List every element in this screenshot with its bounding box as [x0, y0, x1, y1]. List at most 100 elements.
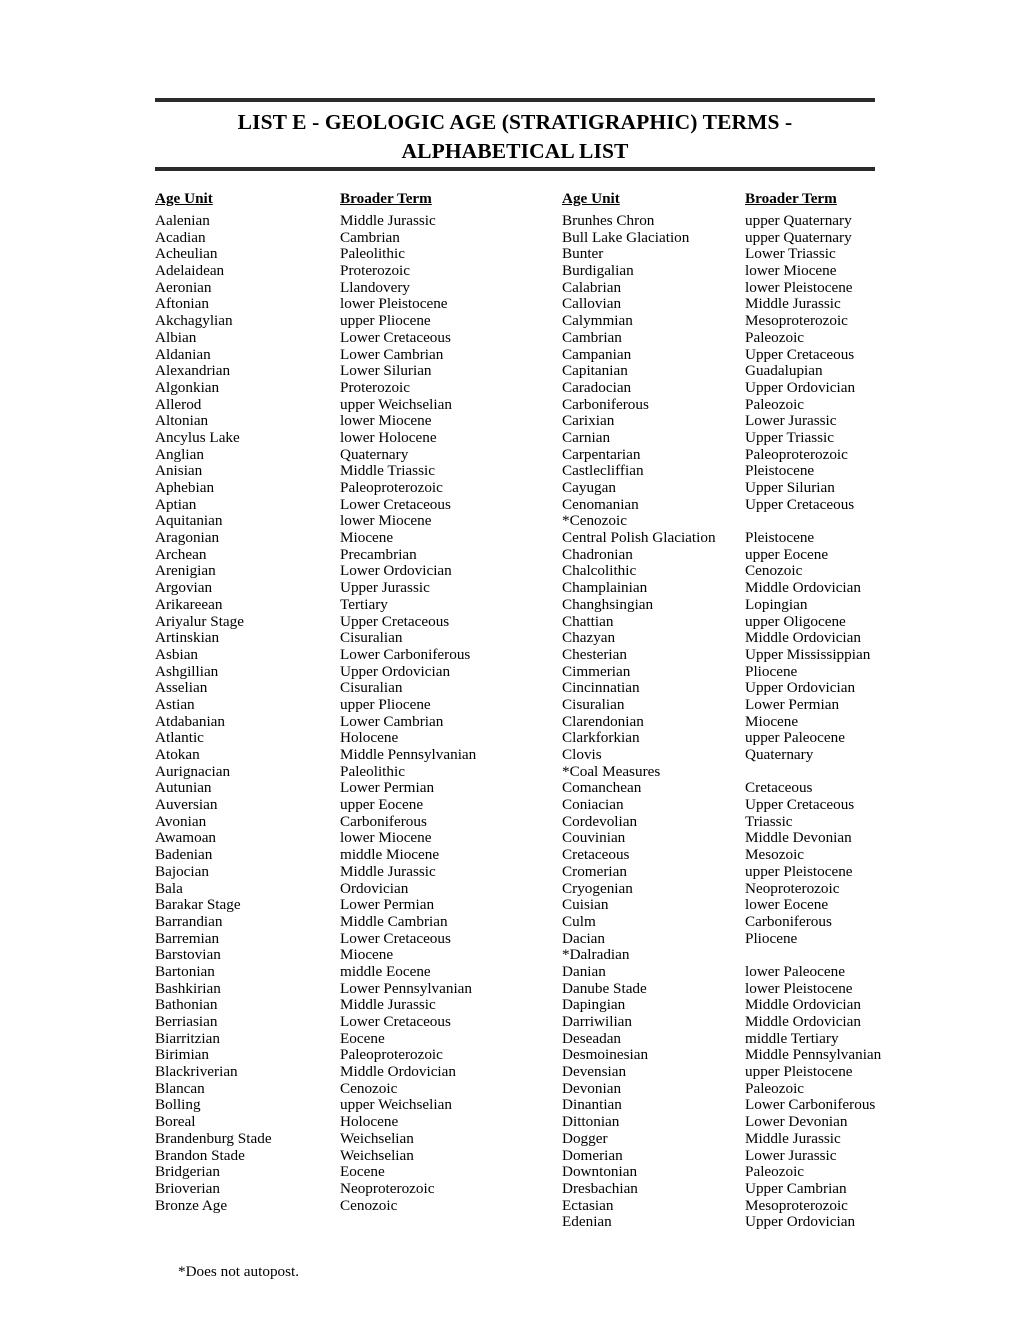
age-unit-cell: Awamoan: [155, 829, 217, 847]
table-row: Asselian Cisuralian: [155, 680, 555, 697]
table-row: Avonian Carboniferous: [155, 813, 555, 831]
age-unit-cell: Campanian: [562, 345, 632, 363]
age-unit-cell: Danube Stade: [562, 979, 647, 997]
age-unit-cell: Artinskian: [155, 629, 220, 647]
age-unit-cell: Barstovian: [155, 946, 221, 964]
table-row: Boreal Holocene: [155, 1113, 555, 1131]
table-row: Awamoan lower Miocene: [155, 830, 555, 847]
broader-term-cell: Lower Cretaceous: [340, 929, 451, 947]
broader-term-cell: Pliocene: [745, 929, 798, 947]
age-unit-cell: Bala: [155, 879, 183, 897]
table-row: Domerian Lower Jurassic: [562, 1147, 982, 1165]
table-row: Cayugan Upper Silurian: [562, 479, 982, 497]
age-unit-cell: Cisuralian: [562, 695, 625, 713]
broader-term-cell: Lower Carboniferous: [745, 1096, 876, 1114]
table-row: Callovian Middle Jurassic: [562, 296, 982, 313]
table-row: Aquitanian lower Miocene: [155, 513, 555, 530]
age-unit-cell: Asbian: [155, 645, 199, 663]
table-row: Aftonian lower Pleistocene: [155, 296, 555, 313]
broader-term-cell: upper Paleocene: [745, 729, 845, 747]
broader-term-cell: lower Pleistocene: [745, 979, 853, 997]
broader-term-cell: Cenozoic: [340, 1196, 398, 1214]
age-unit-cell: Birimian: [155, 1046, 209, 1064]
broader-term-cell: Middle Devonian: [745, 829, 852, 847]
age-unit-cell: Chattian: [562, 612, 614, 630]
table-row: Edenian Upper Ordovician: [562, 1214, 982, 1231]
table-row: Brandenburg Stade Weichselian: [155, 1130, 555, 1148]
age-unit-cell: Deseadan: [562, 1029, 622, 1047]
broader-term-cell: Llandovery: [340, 278, 411, 296]
age-unit-cell: Carpentarian: [562, 445, 641, 463]
age-unit-cell: Devonian: [562, 1079, 622, 1097]
table-row: Devonian Paleozoic: [562, 1079, 982, 1098]
broader-term-cell: lower Miocene: [340, 512, 432, 530]
table-row: Altonian lower Miocene: [155, 413, 555, 430]
table-row: Aurignacian Paleolithic: [155, 762, 555, 781]
table-row: Atokan Middle Pennsylvanian: [155, 746, 555, 764]
table-row: Aldanian Lower Cambrian: [155, 346, 555, 364]
broader-term-cell: Middle Ordovician: [745, 1013, 861, 1030]
table-row: Barstovian Miocene: [155, 947, 555, 964]
table-row: Auversian upper Eocene: [155, 796, 555, 814]
broader-term-cell: Lower Devonian: [745, 1113, 848, 1131]
table-row: Anglian Quaternary: [155, 445, 555, 464]
table-row: Astian upper Pliocene: [155, 696, 555, 714]
broader-term-cell: Middle Jurassic: [340, 212, 436, 229]
table-row: Cambrian Paleozoic: [562, 329, 982, 347]
broader-term-cell: Upper Cretaceous: [745, 796, 855, 814]
age-unit-cell: Alexandrian: [155, 362, 231, 380]
document-page: LIST E - GEOLOGIC AGE (STRATIGRAPHIC) TE…: [0, 0, 1020, 1320]
age-unit-cell: Dacian: [562, 929, 606, 947]
broader-term-cell: Cisuralian: [340, 629, 403, 647]
table-row: Cretaceous Mesozoic: [562, 846, 982, 864]
broader-term-cell: Upper Jurassic: [340, 579, 430, 597]
broader-term-cell: Holocene: [340, 1113, 399, 1131]
broader-term-cell: Lower Cretaceous: [340, 495, 451, 513]
broader-term-cell: Paleozoic: [745, 1079, 805, 1097]
broader-term-cell: Paleoproterozoic: [745, 445, 848, 463]
age-unit-cell: Akchagylian: [155, 312, 233, 330]
table-row: Algonkian Proterozoic: [155, 379, 555, 397]
table-row: Archean Precambrian: [155, 546, 555, 564]
table-row: *Cenozoic: [562, 513, 982, 530]
table-row: Dapingian Middle Ordovician: [562, 997, 982, 1014]
table-row: Barremian Lower Cretaceous: [155, 929, 555, 948]
broader-term-cell: Carboniferous: [745, 912, 832, 930]
broader-term-cell: Quaternary: [340, 445, 409, 463]
age-unit-cell: Cimmerian: [562, 662, 631, 680]
table-row: Arikareean Tertiary: [155, 596, 555, 614]
table-row: Bull Lake Glaciation upper Quaternary: [562, 229, 982, 247]
age-unit-cell: Blancan: [155, 1079, 205, 1097]
broader-term-cell: Eocene: [340, 1029, 385, 1047]
age-unit-cell: Carnian: [562, 428, 611, 446]
broader-term-cell: Paleolithic: [340, 762, 405, 780]
age-unit-cell: Dinantian: [562, 1096, 622, 1114]
table-row: Cromerian upper Pleistocene: [562, 863, 982, 881]
age-unit-cell: Aftonian: [155, 295, 209, 313]
broader-term-cell: Lower Permian: [745, 695, 840, 713]
table-row: Dacian Pliocene: [562, 929, 982, 948]
table-row: Cimmerian Pliocene: [562, 662, 982, 681]
broader-term-cell: Quaternary: [745, 746, 814, 763]
table-row: Brandon Stade Weichselian: [155, 1147, 555, 1165]
broader-term-cell: Miocene: [340, 529, 394, 547]
broader-term-cell: Miocene: [340, 946, 394, 964]
broader-term-cell: Lower Permian: [340, 896, 435, 914]
age-unit-cell: Biarritzian: [155, 1029, 220, 1047]
broader-term-cell: Middle Jurassic: [340, 996, 436, 1014]
broader-term-cell: middle Eocene: [340, 962, 431, 980]
broader-term-cell: upper Pliocene: [340, 312, 431, 330]
broader-term-cell: upper Eocene: [745, 545, 829, 563]
broader-term-cell: Holocene: [340, 729, 399, 747]
table-row: Deseadan middle Tertiary: [562, 1029, 982, 1048]
broader-term-cell: Middle Ordovician: [340, 1063, 456, 1081]
table-row: Carboniferous Paleozoic: [562, 396, 982, 414]
age-unit-cell: Carixian: [562, 412, 615, 430]
table-row: Aptian Lower Cretaceous: [155, 495, 555, 514]
age-unit-cell: Cenomanian: [562, 495, 639, 513]
table-row: Downtonian Paleozoic: [562, 1163, 982, 1181]
age-unit-cell: Aalenian: [155, 212, 210, 229]
header-age-unit-left: Age Unit: [155, 190, 213, 207]
age-unit-cell: Albian: [155, 328, 197, 346]
table-row: Cryogenian Neoproterozoic: [562, 880, 982, 898]
